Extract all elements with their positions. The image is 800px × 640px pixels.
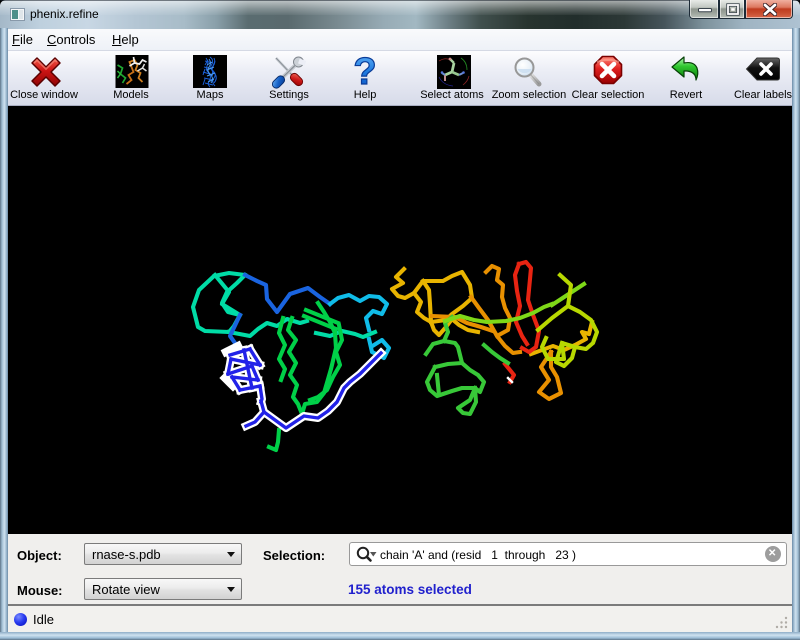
svg-text:?: ? bbox=[353, 55, 376, 89]
